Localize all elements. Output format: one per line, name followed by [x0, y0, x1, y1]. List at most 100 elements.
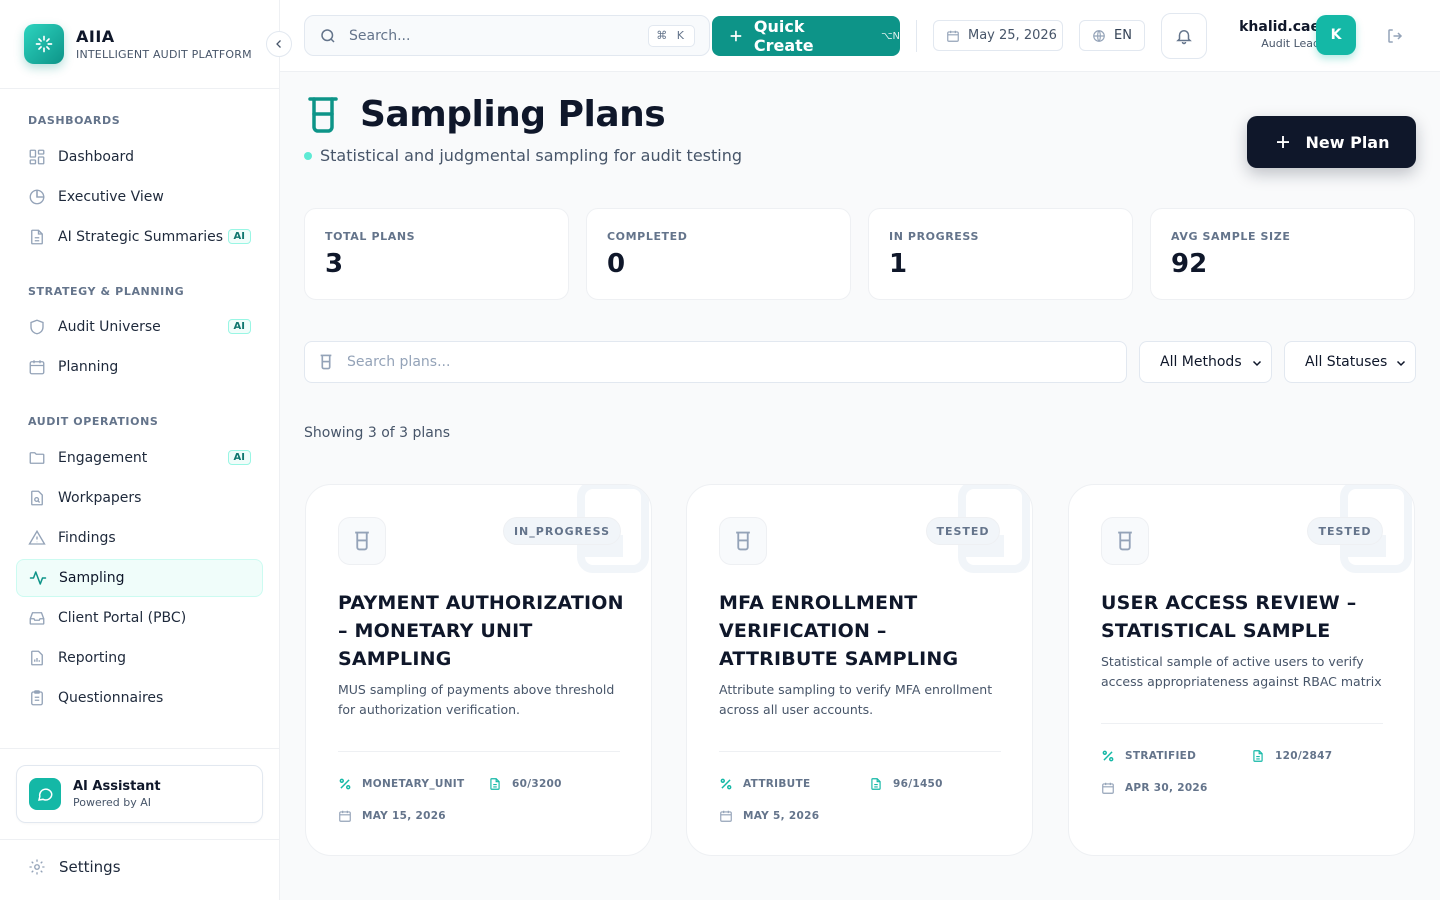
quick-create-button[interactable]: Quick Create ⌥N — [712, 16, 900, 56]
sidebar-item-executive-view[interactable]: Executive View — [16, 178, 263, 216]
sidebar-item-sampling[interactable]: Sampling — [16, 559, 263, 597]
results-count: Showing 3 of 3 plans — [304, 425, 451, 441]
language-selector[interactable]: EN — [1079, 20, 1145, 51]
status-badge: TESTED — [926, 517, 1000, 545]
plan-search-input[interactable]: Search plans... — [304, 341, 1127, 383]
sidebar-item-label: Executive View — [58, 189, 164, 205]
sidebar-item-client-portal[interactable]: Client Portal (PBC) — [16, 599, 263, 637]
new-plan-label: New Plan — [1305, 132, 1390, 152]
calendar-icon — [720, 810, 732, 822]
sidebar-item-label: Questionnaires — [58, 690, 164, 706]
quick-create-shortcut: ⌥N — [880, 30, 900, 42]
sidebar-item-workpapers[interactable]: Workpapers — [16, 479, 263, 517]
quick-create-label: Quick Create — [753, 17, 814, 55]
plan-card[interactable]: IN_PROGRESS PAYMENT AUTHORIZATION – MONE… — [305, 484, 652, 856]
sidebar-item-label: Sampling — [59, 570, 125, 586]
current-date: May 25, 2026 — [968, 28, 1057, 43]
file-text-icon — [1253, 750, 1263, 762]
settings-label: Settings — [59, 858, 121, 876]
plan-card[interactable]: TESTED USER ACCESS REVIEW – STATISTICAL … — [1068, 484, 1415, 856]
sidebar-item-label: Reporting — [58, 650, 127, 666]
stat-label: IN PROGRESS — [889, 230, 979, 243]
collapse-sidebar-button[interactable] — [266, 31, 292, 57]
plan-sample-size: 120/2847 — [1251, 749, 1332, 763]
brand-name: AIIA — [76, 27, 115, 46]
sidebar-item-findings[interactable]: Findings — [16, 519, 263, 557]
global-search-input[interactable]: Search... ⌘ K — [304, 15, 710, 56]
ai-badge: AI — [227, 450, 251, 465]
sidebar-item-reporting[interactable]: Reporting — [16, 639, 263, 677]
sidebar-item-engagement[interactable]: Engagement AI — [16, 439, 263, 477]
assistant-title: AI Assistant — [73, 779, 161, 794]
activity-icon — [29, 571, 47, 585]
percent-icon — [339, 778, 351, 790]
inbox-icon — [29, 612, 45, 625]
stat-card-total-plans: TOTAL PLANS 3 — [304, 208, 569, 300]
search-icon — [321, 28, 335, 43]
plan-card[interactable]: TESTED MFA ENROLLMENT VERIFICATION – ATT… — [686, 484, 1033, 856]
logout-icon[interactable] — [1386, 27, 1404, 45]
beaker-icon — [338, 517, 386, 565]
date-picker[interactable]: May 25, 2026 — [933, 20, 1063, 51]
plan-method-text: ATTRIBUTE — [743, 778, 811, 790]
beaker-icon — [1101, 517, 1149, 565]
plan-sample-size: 60/3200 — [488, 777, 562, 791]
search-shortcut: ⌘ K — [648, 25, 695, 47]
section-label-audit-operations: AUDIT OPERATIONS — [28, 415, 159, 428]
sidebar: AIIA INTELLIGENT AUDIT PLATFORM DASHBOAR… — [0, 0, 280, 900]
page-title: Sampling Plans — [360, 94, 666, 135]
page-subtitle: Statistical and judgmental sampling for … — [304, 146, 742, 165]
calendar-icon — [29, 360, 45, 375]
calendar-icon — [1102, 782, 1114, 794]
sidebar-item-audit-universe[interactable]: Audit Universe AI — [16, 308, 263, 346]
bell-icon — [1176, 30, 1192, 45]
sidebar-item-planning[interactable]: Planning — [16, 348, 263, 386]
new-plan-button[interactable]: New Plan — [1247, 116, 1416, 168]
shield-icon — [30, 319, 44, 335]
plan-date-text: APR 30, 2026 — [1125, 782, 1208, 794]
file-chart-icon — [31, 650, 43, 666]
settings-button[interactable]: Settings — [28, 858, 121, 876]
sidebar-item-label: Audit Universe — [58, 319, 161, 335]
stat-card-completed: COMPLETED 0 — [586, 208, 851, 300]
ai-assistant-button[interactable]: AI Assistant Powered by AI — [16, 765, 263, 823]
stat-label: AVG SAMPLE SIZE — [1171, 230, 1291, 243]
plan-sample-text: 96/1450 — [893, 778, 943, 790]
sidebar-item-ai-strategic-summaries[interactable]: AI Strategic Summaries AI — [16, 218, 263, 256]
sidebar-item-label: Planning — [58, 359, 119, 375]
avatar[interactable]: K — [1316, 15, 1356, 55]
plan-sample-text: 60/3200 — [512, 778, 562, 790]
plan-method-text: MONETARY_UNIT — [362, 778, 465, 790]
beaker-icon — [308, 97, 338, 133]
stat-value: 0 — [607, 249, 626, 279]
stat-label: TOTAL PLANS — [325, 230, 416, 243]
stat-value: 3 — [325, 249, 344, 279]
section-label-strategy: STRATEGY & PLANNING — [28, 285, 185, 298]
status-badge: TESTED — [1307, 517, 1383, 545]
user-role: Audit Lead — [1261, 37, 1320, 50]
beaker-icon — [719, 517, 767, 565]
divider — [0, 839, 279, 840]
page-subtitle-text: Statistical and judgmental sampling for … — [320, 146, 743, 165]
sidebar-item-questionnaires[interactable]: Questionnaires — [16, 679, 263, 717]
plan-description: Attribute sampling to verify MFA enrollm… — [719, 682, 993, 717]
method-filter-select[interactable]: All Methods — [1139, 341, 1272, 383]
grid-icon — [29, 149, 45, 165]
chevron-down-icon — [1252, 360, 1262, 367]
divider — [719, 751, 1001, 752]
plan-description: MUS sampling of payments above threshold… — [338, 682, 615, 717]
status-filter-select[interactable]: All Statuses — [1284, 341, 1416, 383]
brand-subtitle: INTELLIGENT AUDIT PLATFORM — [76, 48, 252, 61]
clipboard-icon — [31, 690, 43, 706]
plus-icon — [1276, 136, 1289, 148]
brand[interactable]: AIIA INTELLIGENT AUDIT PLATFORM — [24, 24, 252, 64]
plan-title: USER ACCESS REVIEW – STATISTICAL SAMPLE — [1101, 592, 1357, 642]
notifications-button[interactable] — [1161, 13, 1207, 59]
sidebar-item-label: Workpapers — [58, 490, 142, 506]
user-info[interactable]: khalid.cae Audit Lead — [1220, 19, 1320, 50]
status-filter-value: All Statuses — [1305, 354, 1388, 370]
sidebar-item-dashboard[interactable]: Dashboard — [16, 138, 263, 176]
sidebar-item-label: Client Portal (PBC) — [58, 610, 187, 626]
gear-icon — [29, 859, 45, 875]
assistant-subtitle: Powered by AI — [73, 796, 152, 809]
